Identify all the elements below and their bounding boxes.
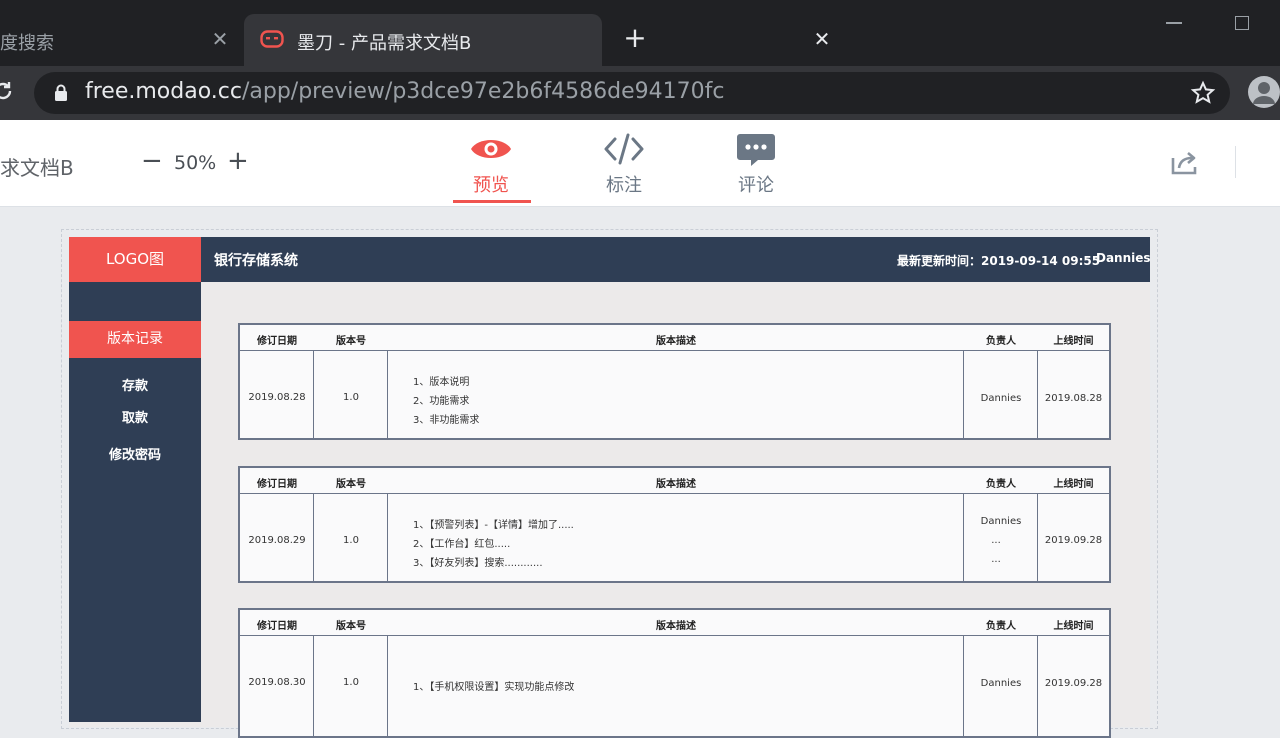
table-header: 修订日期 版本号 版本描述 负责人 上线时间 xyxy=(240,610,1109,636)
version-number: 1.0 xyxy=(343,392,359,403)
description-line: 3、非功能需求 xyxy=(413,415,480,426)
description-line: 1、【手机权限设置】实现功能点修改 xyxy=(413,682,575,693)
online-date: 2019.08.28 xyxy=(1044,393,1103,404)
version-table: 修订日期 版本号 版本描述 负责人 上线时间 2019.08.29 1.0 1、… xyxy=(238,466,1111,583)
header-owner: 负责人 xyxy=(986,336,1016,347)
prototype-logo: LOGO图 xyxy=(69,237,201,282)
new-tab-button[interactable]: + xyxy=(622,24,648,52)
zoom-in-button[interactable]: + xyxy=(227,148,249,174)
profile-avatar[interactable] xyxy=(1248,76,1280,108)
sidebar-item-withdraw[interactable]: 取款 xyxy=(69,407,201,426)
online-date: 2019.09.28 xyxy=(1044,535,1103,546)
browser-tab-baidu[interactable]: 度搜索 ✕ xyxy=(0,14,242,66)
modao-favicon-icon xyxy=(260,30,284,48)
zoom-out-button[interactable]: − xyxy=(141,148,163,174)
header-revision-date: 修订日期 xyxy=(257,479,297,490)
owner: ... xyxy=(991,554,1001,565)
description-line: 1、【预警列表】-【详情】增加了..... xyxy=(413,520,574,531)
toolbar-divider xyxy=(1235,146,1236,178)
header-version: 版本号 xyxy=(336,479,366,490)
header-version: 版本号 xyxy=(336,621,366,632)
description-line: 2、功能需求 xyxy=(413,396,470,407)
header-description: 版本描述 xyxy=(656,479,696,490)
mode-label: 标注 xyxy=(606,175,642,196)
browser-tab-modao[interactable]: 墨刀 - 产品需求文档B ✕ xyxy=(244,14,830,66)
sidebar-item-deposit[interactable]: 存款 xyxy=(69,375,201,394)
window-minimize-button[interactable] xyxy=(1166,22,1182,24)
system-title: 银行存储系统 xyxy=(214,253,298,269)
header-version: 版本号 xyxy=(336,336,366,347)
mode-preview-tab[interactable]: 预览 xyxy=(451,131,531,205)
revision-date: 2019.08.28 xyxy=(248,392,306,403)
tab-close-icon[interactable]: ✕ xyxy=(208,27,232,51)
online-date: 2019.09.28 xyxy=(1044,678,1103,689)
owner: ... xyxy=(991,535,1001,546)
description-line: 1、版本说明 xyxy=(413,377,470,388)
url-text[interactable]: free.modao.cc/app/preview/p3dce97e2b6f45… xyxy=(85,79,724,104)
code-icon xyxy=(604,133,644,165)
tab-title: 墨刀 - 产品需求文档B xyxy=(297,33,472,54)
header-description: 版本描述 xyxy=(656,336,696,347)
version-number: 1.0 xyxy=(343,677,359,688)
header-owner: 负责人 xyxy=(986,621,1016,632)
share-icon[interactable] xyxy=(1170,148,1198,176)
header-online-date: 上线时间 xyxy=(1053,336,1094,347)
lock-icon[interactable] xyxy=(54,84,68,101)
header-online-date: 上线时间 xyxy=(1053,621,1094,632)
zoom-level: 50% xyxy=(174,152,217,174)
version-number: 1.0 xyxy=(343,535,359,546)
eye-icon xyxy=(471,140,511,158)
tab-close-icon[interactable]: ✕ xyxy=(810,27,834,51)
owner: Dannies xyxy=(980,516,1022,527)
version-table: 修订日期 版本号 版本描述 负责人 上线时间 2019.08.28 1.0 1、… xyxy=(238,323,1111,440)
mode-label: 评论 xyxy=(738,175,774,196)
table-header: 修订日期 版本号 版本描述 负责人 上线时间 xyxy=(240,468,1109,494)
revision-date: 2019.08.30 xyxy=(248,677,306,688)
owner: Dannies xyxy=(980,678,1022,689)
reload-icon[interactable] xyxy=(0,80,14,102)
mode-annotate-tab[interactable]: 标注 xyxy=(584,131,664,205)
table-header: 修订日期 版本号 版本描述 负责人 上线时间 xyxy=(240,325,1109,351)
owner: Dannies xyxy=(980,393,1022,404)
description-line: 3、【好友列表】搜索............ xyxy=(413,558,543,569)
last-updated: 最新更新时间：2019-09-14 09:55 xyxy=(897,254,1101,268)
person-icon xyxy=(1253,82,1275,104)
tab-title: 度搜索 xyxy=(0,33,54,54)
mode-comment-tab[interactable]: 评论 xyxy=(716,131,796,205)
version-table: 修订日期 版本号 版本描述 负责人 上线时间 2019.08.30 1.0 1、… xyxy=(238,608,1111,738)
bookmark-star-icon[interactable] xyxy=(1190,80,1216,106)
sidebar-item-version-history[interactable]: 版本记录 xyxy=(69,321,201,358)
mode-label: 预览 xyxy=(473,175,509,196)
header-revision-date: 修订日期 xyxy=(257,621,297,632)
comment-icon xyxy=(737,134,775,166)
header-owner: 负责人 xyxy=(986,479,1016,490)
header-revision-date: 修订日期 xyxy=(257,336,297,347)
header-online-date: 上线时间 xyxy=(1053,479,1094,490)
sidebar-item-change-password[interactable]: 修改密码 xyxy=(69,444,201,463)
revision-date: 2019.08.29 xyxy=(248,535,306,546)
project-name: 求文档B xyxy=(0,156,74,180)
header-description: 版本描述 xyxy=(656,621,696,632)
user-name[interactable]: Dannies xyxy=(1096,251,1151,265)
window-maximize-button[interactable] xyxy=(1235,16,1249,30)
description-line: 2、【工作台】红包..... xyxy=(413,539,511,550)
